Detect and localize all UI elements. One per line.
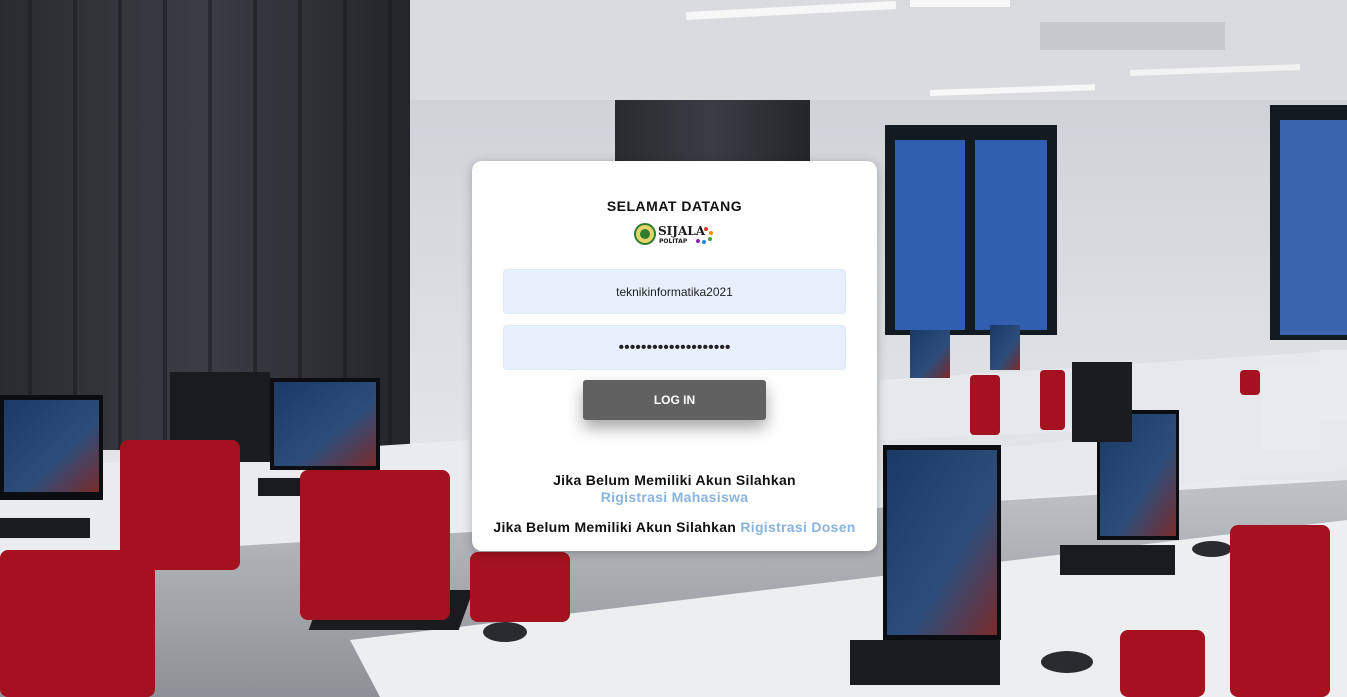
- register-student-link[interactable]: Rigistrasi Mahasiswa: [601, 489, 749, 505]
- register-student-block: Jika Belum Memiliki Akun Silahkan Rigist…: [472, 472, 877, 506]
- register-student-prompt: Jika Belum Memiliki Akun Silahkan: [553, 472, 796, 488]
- login-card: SELAMAT DATANG SIJALA POLITAP LOG IN Jik…: [472, 161, 877, 551]
- svg-text:SIJALA: SIJALA: [658, 224, 706, 238]
- login-button[interactable]: LOG IN: [583, 380, 766, 420]
- password-input[interactable]: [503, 325, 846, 370]
- welcome-title: SELAMAT DATANG: [606, 198, 743, 214]
- sijala-logo: SIJALA POLITAP: [634, 223, 713, 245]
- username-input[interactable]: [503, 269, 846, 314]
- register-lecturer-block: Jika Belum Memiliki Akun Silahkan Rigist…: [472, 519, 877, 535]
- register-lecturer-link[interactable]: Rigistrasi Dosen: [740, 519, 855, 535]
- login-page: SELAMAT DATANG SIJALA POLITAP LOG IN Jik…: [0, 0, 1347, 697]
- register-lecturer-prompt: Jika Belum Memiliki Akun Silahkan: [493, 519, 737, 535]
- svg-text:POLITAP: POLITAP: [659, 238, 688, 245]
